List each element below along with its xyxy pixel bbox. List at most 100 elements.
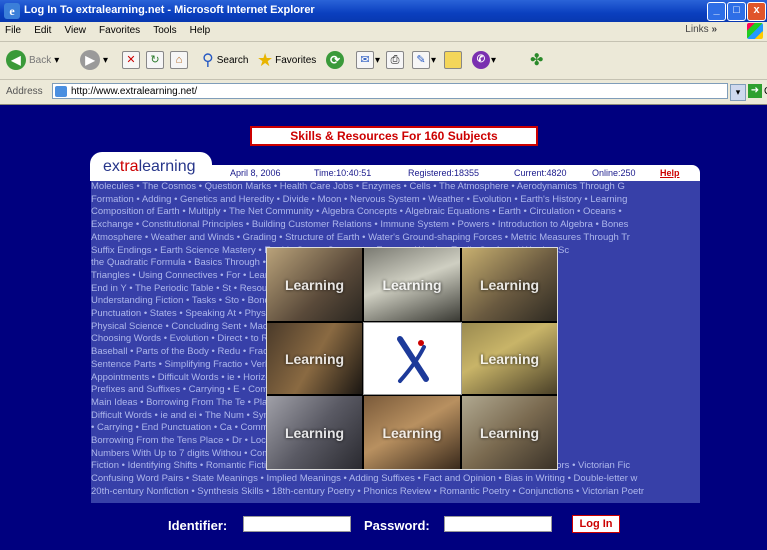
info-current: Current:4820 — [514, 168, 567, 178]
page-icon — [55, 86, 67, 97]
photo-caption: Learning — [479, 276, 540, 293]
chevron-down-icon: ▾ — [491, 54, 497, 66]
edit-button[interactable]: ✎ ▾ — [412, 48, 436, 72]
standard-toolbar: ◀ Back ▾ ▶ ▾ ✕ ↻ ⌂ ⚲ Search ★ Favorites … — [0, 42, 767, 80]
mail-icon: ✉ — [356, 51, 374, 69]
subject-line[interactable]: Composition of Earth • Multiply • The Ne… — [91, 206, 700, 219]
links-label: Links — [685, 24, 709, 35]
menu-file[interactable]: File — [0, 22, 26, 36]
info-date: April 8, 2006 — [230, 168, 281, 178]
password-input[interactable] — [444, 516, 552, 532]
forward-arrow-icon: ▶ — [80, 50, 100, 70]
print-button[interactable]: ⎙ — [386, 48, 404, 72]
address-label: Address — [6, 86, 43, 97]
subject-line[interactable]: Atmosphere • Weather and Winds • Grading… — [91, 232, 700, 245]
extralearning-x-logo — [363, 322, 462, 395]
identifier-input[interactable] — [243, 516, 351, 532]
photo-collage: Learning Learning Learning Learning Lear… — [266, 247, 558, 470]
logo-ex: ex — [103, 158, 120, 175]
discuss-button[interactable] — [444, 48, 462, 72]
photo-caption: Learning — [382, 276, 442, 293]
logo-tra: tra — [119, 158, 139, 175]
address-input[interactable]: http://www.extralearning.net/ — [52, 83, 728, 99]
back-arrow-icon: ◀ — [6, 50, 26, 70]
back-button[interactable]: ◀ Back ▾ — [6, 48, 59, 72]
go-button[interactable]: ➜Go — [748, 84, 767, 98]
info-registered: Registered:18355 — [408, 168, 480, 178]
ie-logo-icon: e — [4, 3, 20, 19]
login-form: Identifier: Password: Log In — [0, 510, 767, 540]
collage-photo: Learning — [267, 323, 362, 394]
msn-button[interactable]: ✤ — [530, 48, 543, 72]
collage-photo: Learning — [267, 396, 362, 469]
go-arrow-icon: ➜ — [748, 84, 762, 98]
minimize-button[interactable]: _ — [707, 2, 726, 21]
menu-bar: File Edit View Favorites Tools Help Link… — [0, 22, 767, 42]
subject-line[interactable]: Molecules • The Cosmos • Question Marks … — [91, 181, 700, 194]
photo-caption: Learning — [284, 424, 345, 441]
history-button[interactable]: ⟳ — [326, 48, 344, 72]
links-toolbar[interactable]: Links » — [685, 24, 717, 35]
home-icon: ⌂ — [170, 51, 188, 69]
x-logo-icon — [397, 336, 429, 383]
window-title-bar[interactable]: e Log In To extralearning.net - Microsof… — [0, 0, 767, 22]
menu-help[interactable]: Help — [185, 22, 216, 36]
status-info-bar: April 8, 2006 Time:10:40:51 Registered:1… — [212, 165, 700, 181]
favorites-button[interactable]: ★ Favorites — [257, 48, 316, 72]
address-url: http://www.extralearning.net/ — [71, 86, 198, 97]
close-button[interactable]: x — [747, 2, 766, 21]
subject-line[interactable]: 20th-century Nonfiction • Synthesis Skil… — [91, 486, 700, 499]
mail-button[interactable]: ✉ ▾ — [356, 48, 380, 72]
messenger-icon: ✆ — [472, 51, 490, 69]
logo-learning: learning — [138, 158, 196, 175]
info-time: Time:10:40:51 — [314, 168, 372, 178]
search-label: Search — [216, 54, 249, 66]
address-bar: Address http://www.extralearning.net/ ▾ … — [0, 80, 767, 105]
identifier-label: Identifier: — [168, 518, 228, 533]
window-title: Log In To extralearning.net - Microsoft … — [24, 4, 315, 16]
stop-icon: ✕ — [122, 51, 140, 69]
subject-line[interactable]: Confusing Word Pairs • State Meanings • … — [91, 473, 700, 486]
page-content: Skills & Resources For 160 Subjects extr… — [0, 105, 767, 550]
collage-photo: Learning — [364, 248, 460, 321]
back-label: Back — [29, 54, 52, 66]
windows-logo-icon — [747, 23, 763, 39]
search-button[interactable]: ⚲ Search — [202, 48, 248, 72]
star-icon: ★ — [257, 49, 274, 70]
subject-line[interactable]: Formation • Adding • Genetics and Heredi… — [91, 194, 700, 207]
menu-view[interactable]: View — [59, 22, 91, 36]
maximize-button[interactable]: □ — [727, 2, 746, 21]
photo-caption: Learning — [284, 276, 345, 293]
extralearning-logo[interactable]: extralearning — [103, 158, 196, 176]
edit-icon: ✎ — [412, 51, 430, 69]
home-button[interactable]: ⌂ — [170, 48, 188, 72]
menu-favorites[interactable]: Favorites — [94, 22, 145, 36]
photo-caption: Learning — [479, 350, 540, 367]
msn-butterfly-icon: ✤ — [530, 52, 544, 69]
address-dropdown-icon[interactable]: ▾ — [730, 84, 746, 101]
favorites-label: Favorites — [275, 54, 317, 66]
info-online: Online:250 — [592, 168, 636, 178]
subjects-banner: Skills & Resources For 160 Subjects — [250, 126, 538, 146]
collage-photo: Learning — [364, 396, 460, 469]
collage-photo: Learning — [462, 248, 557, 321]
help-link[interactable]: Help — [660, 168, 680, 178]
menu-tools[interactable]: Tools — [148, 22, 181, 36]
folder-icon — [444, 51, 462, 69]
print-icon: ⎙ — [386, 51, 404, 69]
photo-caption: Learning — [284, 350, 345, 367]
chevron-down-icon: ▾ — [375, 54, 381, 66]
login-button[interactable]: Log In — [572, 515, 620, 533]
refresh-icon: ↻ — [146, 51, 164, 69]
stop-button[interactable]: ✕ — [122, 48, 140, 72]
menu-edit[interactable]: Edit — [29, 22, 56, 36]
forward-button[interactable]: ▶ ▾ — [80, 48, 108, 72]
chevron-down-icon: ▾ — [54, 54, 60, 66]
search-icon: ⚲ — [202, 52, 214, 69]
photo-caption: Learning — [479, 424, 540, 441]
messenger-button[interactable]: ✆ ▾ — [472, 48, 496, 72]
refresh-button[interactable]: ↻ — [146, 48, 164, 72]
collage-photo: Learning — [462, 396, 557, 469]
collage-photo: Learning — [267, 248, 362, 321]
subject-line[interactable]: Exchange • Constitutional Principles • B… — [91, 219, 700, 232]
